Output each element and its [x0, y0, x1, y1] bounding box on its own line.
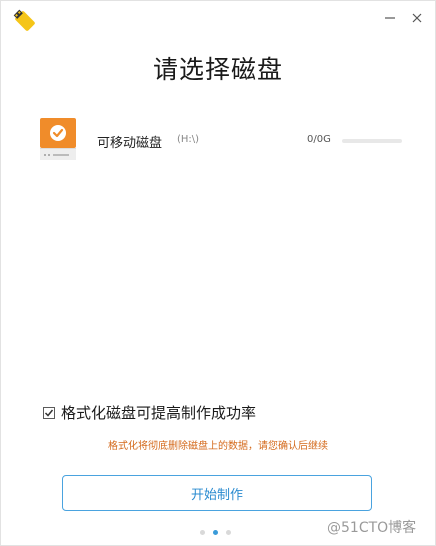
step-indicator [200, 530, 231, 535]
step-dot [200, 530, 205, 535]
checkmark-icon [44, 409, 54, 417]
app-logo-icon [12, 8, 38, 34]
minimize-button[interactable] [380, 8, 400, 28]
disk-usage-bar [342, 139, 402, 143]
disk-capacity: 0/0G [307, 134, 331, 145]
page-title: 请选择磁盘 [152, 55, 283, 84]
close-icon [412, 13, 422, 23]
disk-list-item[interactable]: 可移动磁盘 (H:\) 0/0G [40, 118, 410, 164]
format-warning-text: 格式化将彻底删除磁盘上的数据，请您确认后继续 [108, 441, 328, 452]
format-disk-checkbox[interactable] [43, 406, 55, 419]
step-dot [226, 530, 231, 535]
disk-drive-letter: (H:\) [177, 134, 200, 145]
format-disk-option[interactable]: 格式化磁盘可提高制作成功率 [43, 402, 256, 423]
format-disk-label: 格式化磁盘可提高制作成功率 [61, 404, 257, 422]
start-button[interactable]: 开始制作 [62, 475, 372, 511]
minimize-icon [385, 17, 395, 19]
step-dot-active [213, 530, 218, 535]
watermark: @51CTO博客 [327, 520, 417, 536]
disk-name: 可移动磁盘 [97, 136, 163, 151]
usb-disk-icon [40, 118, 76, 162]
close-button[interactable] [407, 8, 427, 28]
